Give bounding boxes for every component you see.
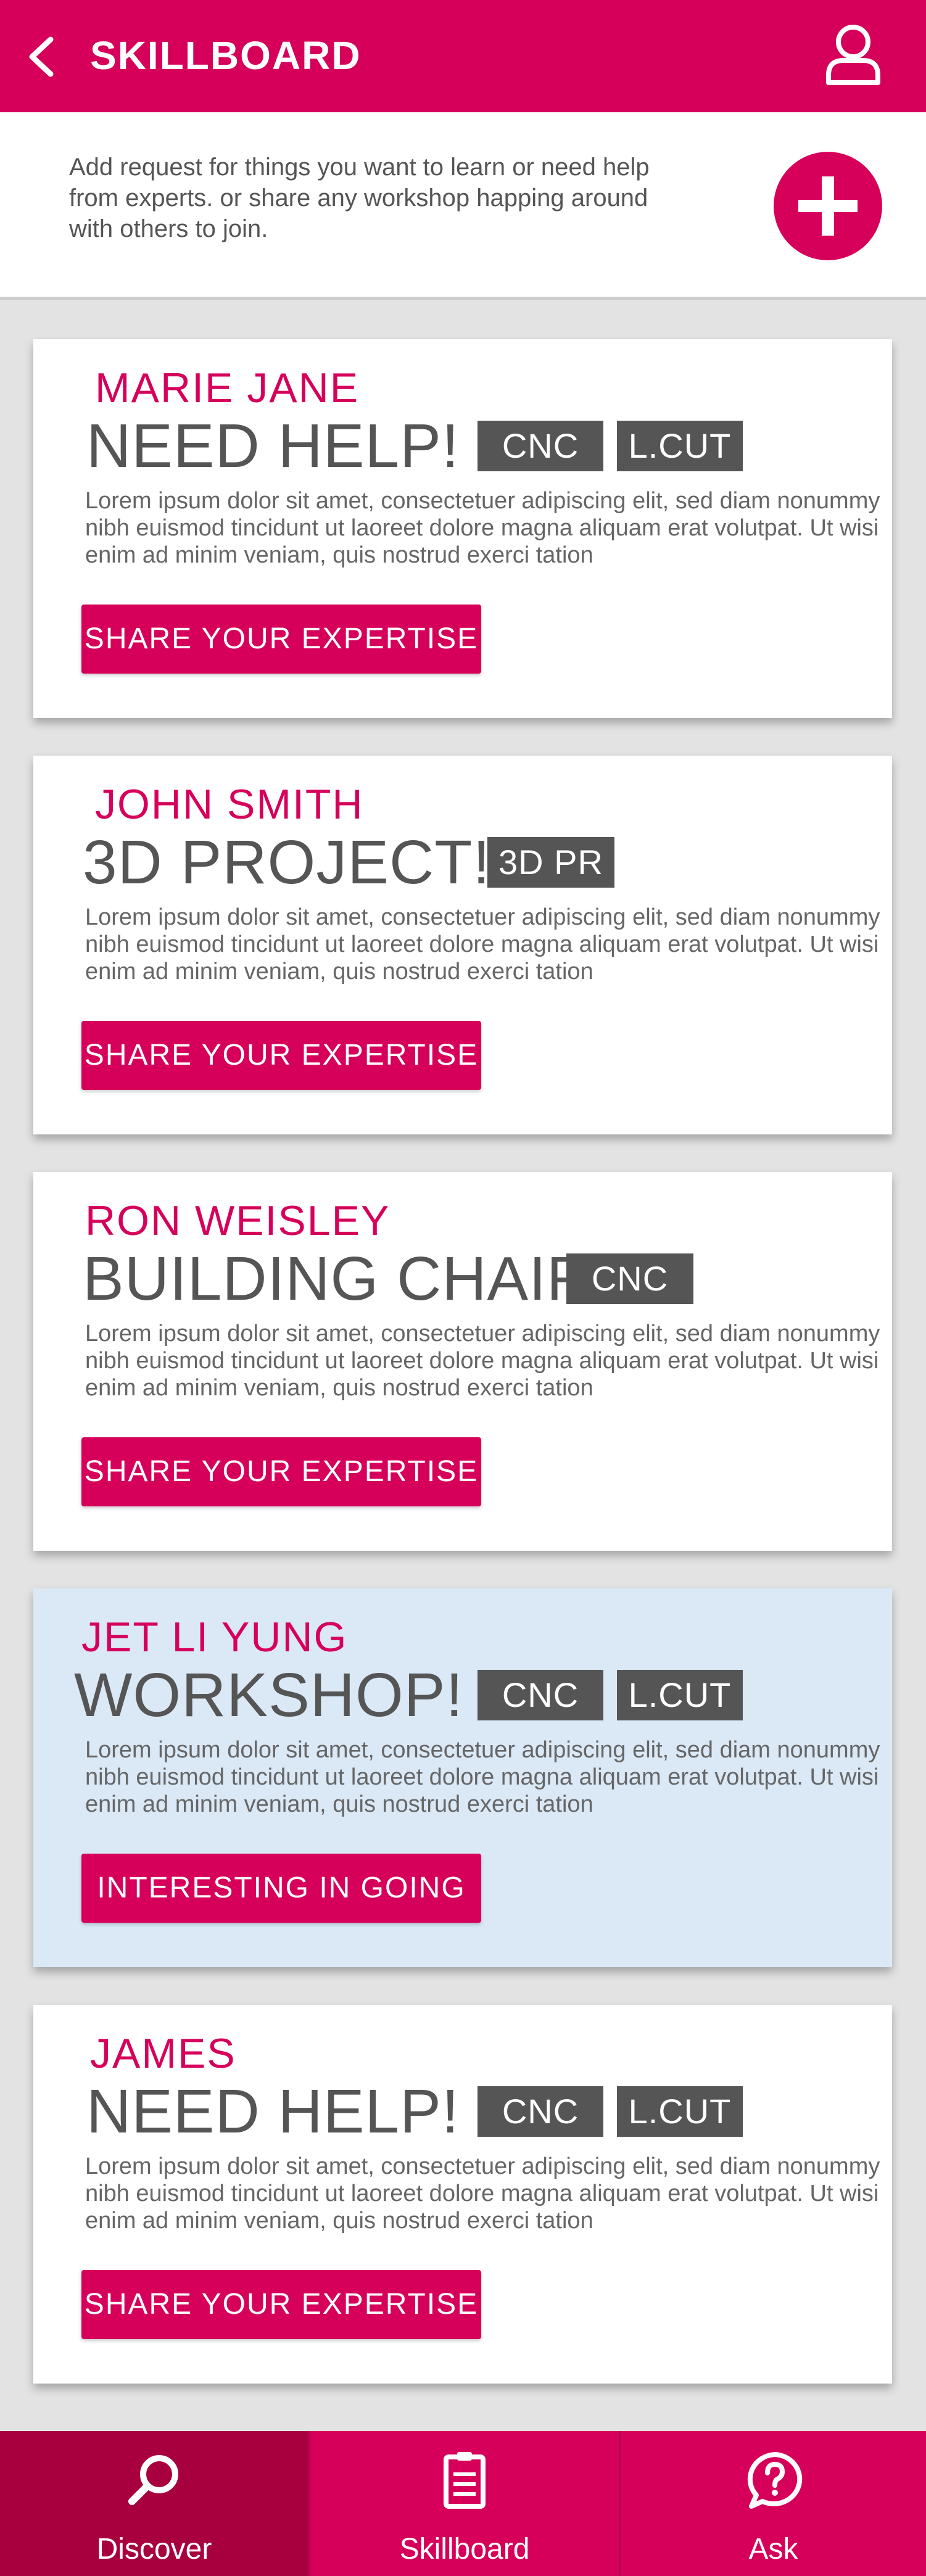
tag-badge: L.CUT [617,421,743,471]
user-icon[interactable] [824,22,883,86]
card-description: Lorem ipsum dolor sit amet, consectetuer… [85,1737,880,1817]
tag-badge: CNC [477,1670,603,1720]
share-expertise-button[interactable]: SHARE YOUR EXPERTISE [81,2270,481,2339]
question-bubble-icon [747,2452,803,2509]
card-title: BUILDING CHAIR [83,1244,592,1313]
card-title: WORKSHOP! [74,1661,464,1730]
nav-label: Ask [748,2533,798,2566]
intro-text: Add request for things you want to learn… [69,154,650,242]
interested-in-going-button[interactable]: INTERESTING IN GOING [81,1854,481,1923]
card-author: MARIE JANE [95,365,360,411]
nav-discover[interactable]: Discover [0,2431,308,2576]
app-header: SKILLBOARD [0,0,926,112]
card-title: NEED HELP! [86,2077,460,2146]
nav-label: Discover [96,2533,212,2566]
nav-label: Skillboard [399,2533,530,2566]
request-card: JOHN SMITH 3D PROJECT! 3D PR Lorem ipsum… [33,756,892,1134]
tag-badge: L.CUT [617,1670,743,1720]
card-author: JAMES [90,2030,236,2077]
share-expertise-button[interactable]: SHARE YOUR EXPERTISE [81,1437,481,1506]
page-title: SKILLBOARD [90,33,362,78]
card-author: RON WEISLEY [85,1197,391,1244]
share-expertise-button[interactable]: SHARE YOUR EXPERTISE [81,1021,481,1090]
card-description: Lorem ipsum dolor sit amet, consectetuer… [85,1321,880,1401]
request-card: RON WEISLEY BUILDING CHAIR CNC Lorem ips… [33,1172,892,1551]
intro-panel: Add request for things you want to learn… [0,112,926,300]
clipboard-icon [444,2452,486,2509]
card-title: 3D PROJECT! [83,828,491,897]
card-description: Lorem ipsum dolor sit amet, consectetuer… [85,904,880,985]
bottom-nav: Discover Skillboard Ask [0,2431,926,2576]
card-description: Lorem ipsum dolor sit amet, consectetuer… [85,2153,880,2234]
request-card: MARIE JANE NEED HELP! CNC L.CUT Lorem ip… [33,339,892,718]
search-icon [128,2455,178,2505]
nav-ask[interactable]: Ask [621,2431,926,2576]
card-author: JET LI YUNG [81,1614,348,1661]
nav-skillboard[interactable]: Skillboard [310,2431,619,2576]
share-expertise-button[interactable]: SHARE YOUR EXPERTISE [81,605,481,674]
plus-icon [798,176,858,236]
chevron-left-icon[interactable] [25,35,59,79]
add-request-button[interactable] [774,152,882,260]
tag-badge: CNC [566,1253,693,1304]
card-author: JOHN SMITH [95,781,364,828]
card-title: NEED HELP! [86,411,460,481]
tag-badge: CNC [477,2086,603,2137]
card-description: Lorem ipsum dolor sit amet, consectetuer… [85,488,880,568]
request-card: JAMES NEED HELP! CNC L.CUT Lorem ipsum d… [33,2005,892,2384]
tag-badge: 3D PR [487,837,614,888]
tag-badge: CNC [477,421,603,471]
workshop-card: JET LI YUNG WORKSHOP! CNC L.CUT Lorem ip… [33,1588,892,1967]
tag-badge: L.CUT [617,2086,743,2137]
